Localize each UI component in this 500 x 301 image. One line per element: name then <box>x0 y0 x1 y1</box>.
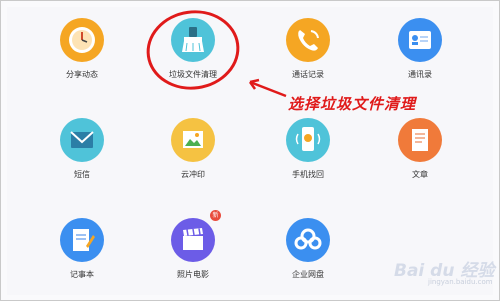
annotation-arrow <box>249 80 287 98</box>
annotation-text: 选择垃圾文件清理 <box>288 95 417 113</box>
watermark: Bai du 经验 jingyan.baidu.com <box>380 252 498 292</box>
watermark-url: jingyan.baidu.com <box>428 278 493 286</box>
highlight-circle <box>146 10 240 90</box>
